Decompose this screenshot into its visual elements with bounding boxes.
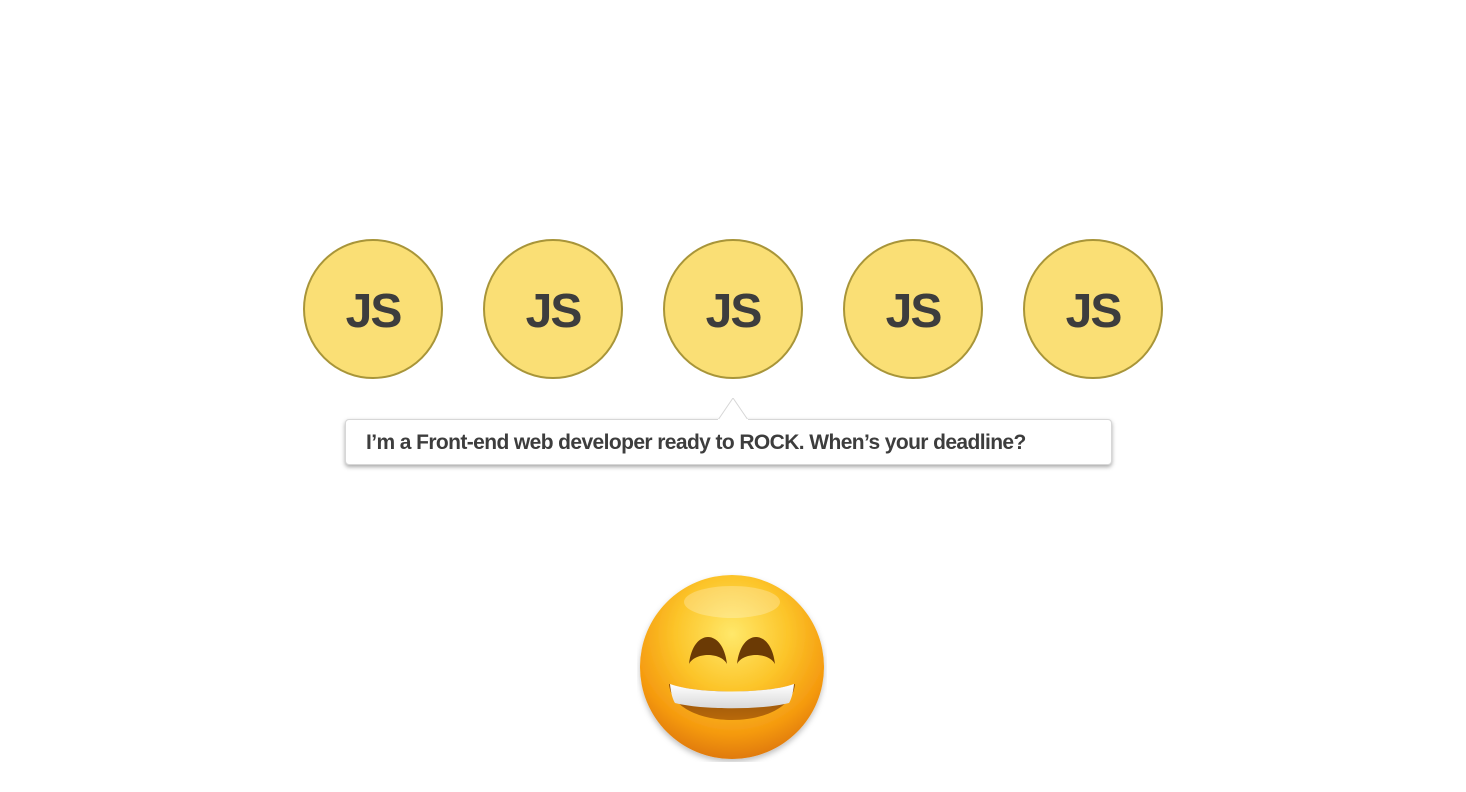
js-badge-label: JS: [345, 284, 403, 338]
js-badge-3[interactable]: JS: [663, 239, 803, 379]
tooltip-pointer: [718, 398, 748, 420]
tooltip-bubble: I’m a Front-end web developer ready to R…: [345, 419, 1112, 465]
js-badge-label: JS: [1065, 284, 1123, 338]
tooltip-text: I’m a Front-end web developer ready to R…: [366, 431, 1026, 454]
js-badge-label: JS: [885, 284, 943, 338]
js-badge-1[interactable]: JS: [303, 239, 443, 379]
grinning-face-with-smiling-eyes-icon: [637, 572, 827, 762]
js-badge-2[interactable]: JS: [483, 239, 623, 379]
js-badge-label: JS: [705, 284, 763, 338]
js-badge-5[interactable]: JS: [1023, 239, 1163, 379]
js-badge-label: JS: [525, 284, 583, 338]
js-badge-row: JS JS JS JS JS: [303, 239, 1163, 379]
js-badge-4[interactable]: JS: [843, 239, 983, 379]
